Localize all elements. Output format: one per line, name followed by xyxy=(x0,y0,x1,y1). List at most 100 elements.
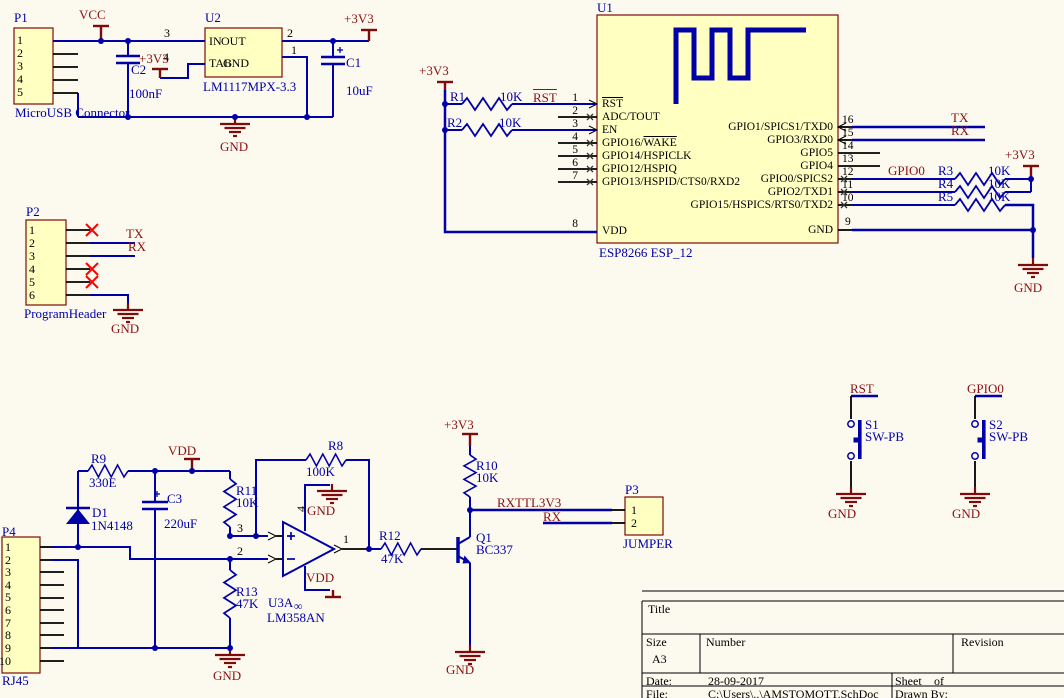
u1-pin-number: 6 xyxy=(572,157,578,169)
p1-pin-number: 4 xyxy=(17,73,23,86)
titleblock-drawnby-label: Drawn By: xyxy=(895,688,948,698)
p1-pin-number: 2 xyxy=(17,47,23,60)
p1-pin-number: 5 xyxy=(17,86,23,99)
switch-s1[interactable] xyxy=(848,420,862,459)
net-label-rst: RST xyxy=(533,91,557,105)
r2-ref: R2 xyxy=(447,116,462,130)
u2-pin-name-in: IN xyxy=(209,35,222,48)
p3-description: JUMPER xyxy=(623,537,673,551)
p4-pin-number: 10 xyxy=(0,655,11,668)
u1-pin-name: GPIO12/HSPIQ xyxy=(602,163,677,175)
switch-s2[interactable] xyxy=(972,420,986,459)
u1-pin-number: 9 xyxy=(845,216,851,228)
gnd-label: GND xyxy=(213,669,241,683)
net-label-3v3: +3V3 xyxy=(444,418,474,432)
p4-pin-number: 3 xyxy=(5,566,11,579)
p1-ref: P1 xyxy=(14,11,28,25)
p1-description: MicroUSB Connector xyxy=(15,106,129,120)
r8-value: 100K xyxy=(306,465,335,479)
c1-ref: C1 xyxy=(346,56,361,70)
p4-pin-number: 6 xyxy=(5,604,11,617)
u1-pin-number: 15 xyxy=(842,127,854,139)
u3a-ref: U3A xyxy=(268,596,293,610)
gnd-label: GND xyxy=(111,322,139,336)
r12-value: 47K xyxy=(381,552,403,566)
titleblock-size-label: Size xyxy=(646,636,667,649)
c2-ref: C2 xyxy=(131,63,146,77)
p4-pin-number: 5 xyxy=(5,591,11,604)
net-label-vdd: VDD xyxy=(306,571,334,585)
u1-pin-number: 7 xyxy=(572,170,578,182)
u2-pin-name-out: OUT xyxy=(221,35,246,48)
gnd-label: GND xyxy=(1014,281,1042,295)
p2-pin-number: 2 xyxy=(29,237,35,250)
gnd-label: GND xyxy=(952,507,980,521)
u1-pin-number: 10 xyxy=(842,192,854,204)
p4-description: RJ45 xyxy=(2,674,29,688)
net-label-gpio0: GPIO0 xyxy=(888,164,925,178)
s2-part: SW-PB xyxy=(989,430,1028,444)
u1-pin-number: 8 xyxy=(572,218,578,230)
titleblock-sheet-label: Sheet xyxy=(895,675,922,688)
p4-ref: P4 xyxy=(2,525,16,539)
p1-pin-number: 1 xyxy=(17,34,23,47)
p4-pin-number: 8 xyxy=(5,629,11,642)
u2-pin-name-gnd: GND xyxy=(223,57,249,70)
r13-value: 47K xyxy=(236,597,258,611)
opamp-u3a[interactable] xyxy=(283,522,334,576)
u1-pin-name: GPIO13/HSPID/CTS0/RXD2 xyxy=(602,176,740,188)
u1-pin-number: 1 xyxy=(572,92,578,104)
resistors[interactable] xyxy=(88,98,1005,618)
p2-pin-number: 5 xyxy=(29,276,35,289)
p2-ref: P2 xyxy=(26,205,40,219)
p1-pin-number: 3 xyxy=(17,60,23,73)
u3a-pin-number-inv: 2 xyxy=(237,545,243,558)
r9-value: 330E xyxy=(89,476,116,490)
u1-pin-number: 14 xyxy=(842,140,854,152)
u1-part: ESP8266 ESP_12 xyxy=(599,246,693,260)
u1-pin-name: GPIO5 xyxy=(800,147,833,159)
net-label-vcc: VCC xyxy=(79,8,106,22)
u1-ref: U1 xyxy=(597,1,613,15)
u1-pin-name: RST xyxy=(602,98,623,110)
u2-pin-number-gnd: 1 xyxy=(291,44,297,57)
gnd-label: GND xyxy=(307,504,335,518)
r11-value: 10K xyxy=(236,496,258,510)
titleblock-size-value: A3 xyxy=(652,653,667,666)
r2-value: 10K xyxy=(499,116,521,130)
net-label-vdd: VDD xyxy=(168,444,196,458)
u1-pin-number: 3 xyxy=(572,118,578,130)
p2-pin-number: 3 xyxy=(29,250,35,263)
u2-pin-number-in: 3 xyxy=(164,27,170,40)
schematic-sheet: P1 1 2 3 4 5 MicroUSB Connector VCC +3V3… xyxy=(0,0,1064,698)
power-symbols xyxy=(93,26,1039,597)
transistor-q1[interactable] xyxy=(458,537,471,564)
r5-value: 10K xyxy=(988,190,1010,204)
titleblock-of-label: of xyxy=(934,675,944,688)
u1-pin-name: EN xyxy=(602,124,617,136)
gnd-label: GND xyxy=(828,507,856,521)
u1-pin-number: 11 xyxy=(842,179,853,191)
r5-ref: R5 xyxy=(938,190,953,204)
u3a-pin-number-out: 1 xyxy=(343,533,349,546)
u2-pin-number-out: 2 xyxy=(287,27,293,40)
p4-pin-number: 1 xyxy=(5,541,11,554)
schematic-canvas xyxy=(0,0,1064,698)
diode-d1[interactable] xyxy=(66,508,90,524)
r10-value: 10K xyxy=(476,471,498,485)
titleblock-number-label: Number xyxy=(706,636,745,649)
titleblock-date-value: 28-09-2017 xyxy=(708,675,764,688)
r1-value: 10K xyxy=(500,90,522,104)
net-label-rxttl3v3: RXTTL3V3 xyxy=(497,496,561,510)
u1-pin-name: GPIO0/SPICS2 xyxy=(761,173,833,185)
r8-ref: R8 xyxy=(328,439,343,453)
u1-pin-name: GND xyxy=(808,224,833,236)
u1-pin-name: GPIO4 xyxy=(800,160,833,172)
p3-pin-number: 2 xyxy=(631,517,637,530)
u1-pin-name: ADC/TOUT xyxy=(602,111,660,123)
c2-value: 100nF xyxy=(129,87,162,101)
u3a-part: LM358AN xyxy=(267,611,325,625)
p3-pin-number: 1 xyxy=(631,504,637,517)
p2-pin-number: 6 xyxy=(29,289,35,302)
net-label-rx: RX xyxy=(128,240,146,254)
